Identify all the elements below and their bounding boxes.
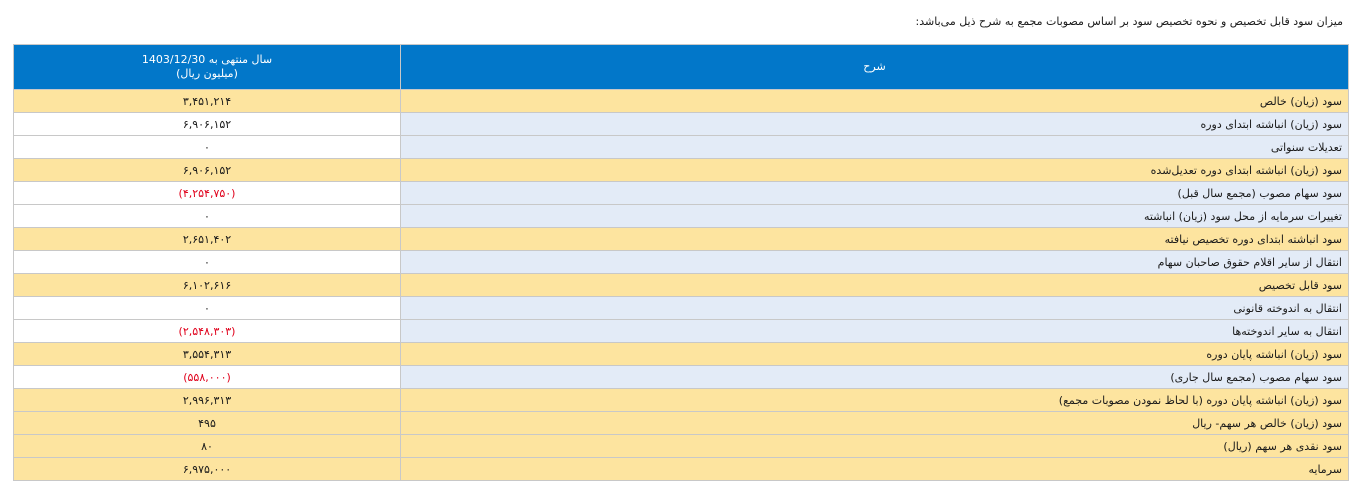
table-row: ۰ تغییرات سرمایه از محل سود (زیان) انباشت… [13,204,1349,228]
row-value: ۰ [13,250,401,274]
row-value: ۶,۱۰۲,۶۱۶ [13,273,401,297]
table-row: ۶,۹۰۶,۱۵۲ سود (زیان) انباشته ابتدای دوره … [13,158,1349,182]
table-row: ۳,۴۵۱,۲۱۴ سود (زیان) خالص [13,89,1349,113]
row-value: ۶,۹۷۵,۰۰۰ [13,457,401,481]
table-body: ۳,۴۵۱,۲۱۴ سود (زیان) خالص ۶,۹۰۶,۱۵۲ سود (زی… [13,89,1349,481]
table-row: ۶,۱۰۲,۶۱۶ سود قابل تخصیص [13,273,1349,297]
row-label: سود سهام مصوب (مجمع سال جاری) [400,365,1349,389]
row-value: ۴۹۵ [13,411,401,435]
table-row: (۲,۵۴۸,۳۰۳) انتقال به سایر اندوخته‌ها [13,319,1349,343]
row-value: (۴,۲۵۴,۷۵۰) [13,181,401,205]
row-value: ۰ [13,296,401,320]
row-label: سود (زیان) خالص [400,89,1349,113]
row-value: ۶,۹۰۶,۱۵۲ [13,112,401,136]
row-value: ۳,۵۵۴,۳۱۳ [13,342,401,366]
row-label: تغییرات سرمایه از محل سود (زیان) انباشته [400,204,1349,228]
row-label: تعدیلات سنواتی [400,135,1349,159]
row-value: ۰ [13,135,401,159]
row-label: سود قابل تخصیص [400,273,1349,297]
table-row: (۴,۲۵۴,۷۵۰) سود سهام مصوب (مجمع سال قبل) [13,181,1349,205]
table-row: ۲,۶۵۱,۴۰۲ سود انباشته ابتدای دوره تخصیص ن… [13,227,1349,251]
table-row: ۰ تعدیلات سنواتی [13,135,1349,159]
table-row: ۶,۹۷۵,۰۰۰ سرمایه [13,457,1349,481]
table-header-row: سال منتهی به 1403/12/30 (میلیون ریال) شر… [13,44,1349,90]
row-label: انتقال به اندوخته قانونی [400,296,1349,320]
header-description-column: شرح [400,44,1349,90]
row-label: سود نقدی هر سهم (ریال) [400,434,1349,458]
row-value: ۸۰ [13,434,401,458]
row-label: سود (زیان) خالص هر سهم- ریال [400,411,1349,435]
row-label: سود سهام مصوب (مجمع سال قبل) [400,181,1349,205]
row-value: ۲,۶۵۱,۴۰۲ [13,227,401,251]
table-row: ۶,۹۰۶,۱۵۲ سود (زیان) انباشته ابتدای دوره [13,112,1349,136]
row-label: انتقال به سایر اندوخته‌ها [400,319,1349,343]
row-label: سود (زیان) انباشته پایان دوره (با لحاظ ن… [400,388,1349,412]
table-row: ۴۹۵ سود (زیان) خالص هر سهم- ریال [13,411,1349,435]
row-value: (۵۵۸,۰۰۰) [13,365,401,389]
table-row: ۸۰ سود نقدی هر سهم (ریال) [13,434,1349,458]
table-row: ۰ انتقال به اندوخته قانونی [13,296,1349,320]
row-value: ۲,۹۹۶,۳۱۳ [13,388,401,412]
row-value: ۰ [13,204,401,228]
table-row: ۰ انتقال از سایر اقلام حقوق صاحبان سهام [13,250,1349,274]
row-label: سود (زیان) انباشته پایان دوره [400,342,1349,366]
row-label: سود (زیان) انباشته ابتدای دوره تعدیل‌شده [400,158,1349,182]
row-value: ۶,۹۰۶,۱۵۲ [13,158,401,182]
header-period: سال منتهی به 1403/12/30 [141,53,273,66]
row-label: انتقال از سایر اقلام حقوق صاحبان سهام [400,250,1349,274]
header-value-column: سال منتهی به 1403/12/30 (میلیون ریال) [13,44,401,90]
header-unit: (میلیون ریال) [176,67,238,80]
profit-allocation-table: سال منتهی به 1403/12/30 (میلیون ریال) شر… [13,44,1349,481]
row-label: سود (زیان) انباشته ابتدای دوره [400,112,1349,136]
table-row: ۳,۵۵۴,۳۱۳ سود (زیان) انباشته پایان دوره [13,342,1349,366]
table-row: ۲,۹۹۶,۳۱۳ سود (زیان) انباشته پایان دوره (… [13,388,1349,412]
row-label: سود انباشته ابتدای دوره تخصیص نیافته [400,227,1349,251]
row-value: ۳,۴۵۱,۲۱۴ [13,89,401,113]
table-row: (۵۵۸,۰۰۰) سود سهام مصوب (مجمع سال جاری) [13,365,1349,389]
row-value: (۲,۵۴۸,۳۰۳) [13,319,401,343]
row-label: سرمایه [400,457,1349,481]
page-title: میزان سود قابل تخصیص و نحوه تخصیص سود بر… [915,15,1343,28]
